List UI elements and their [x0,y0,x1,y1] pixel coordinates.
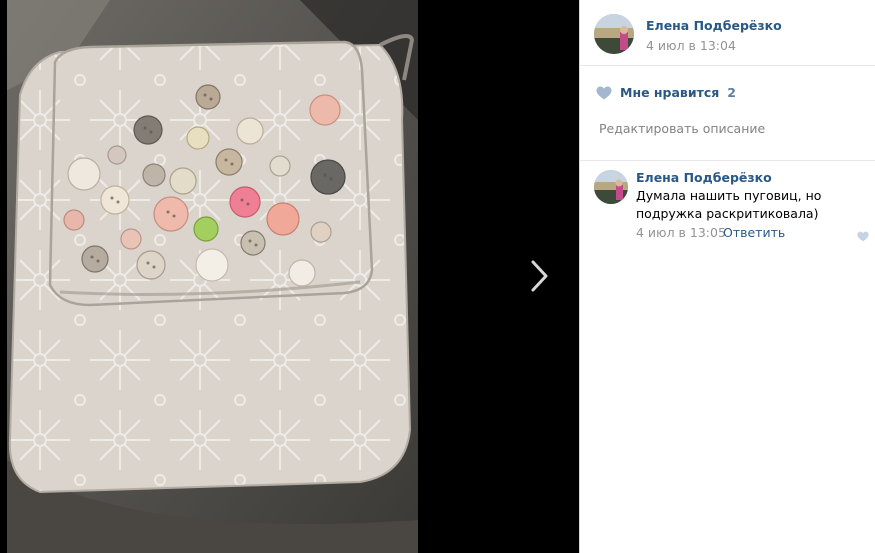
post-date[interactable]: 4 июл в 13:04 [646,38,736,53]
comment: Елена Подберёзко Думала нашить пуговиц, … [594,170,870,250]
photo-info-sidebar: Елена Подберёзко 4 июл в 13:04 Мне нрави… [579,0,875,553]
reply-link[interactable]: Ответить [723,225,785,240]
author-name[interactable]: Елена Подберёзко [646,18,782,33]
divider [580,160,875,161]
comment-author[interactable]: Елена Подберёзко [636,170,772,185]
chevron-right-icon [531,260,548,292]
photo-viewer: Елена Подберёзко 4 июл в 13:04 Мне нрави… [0,0,875,553]
heart-icon [596,86,612,99]
photo[interactable] [0,0,579,553]
divider [580,65,875,66]
comment-avatar[interactable] [594,170,628,204]
like-count[interactable]: 2 [727,85,736,100]
edit-description-link[interactable]: Редактировать описание [599,121,765,136]
next-photo-button[interactable] [522,250,558,302]
comment-date[interactable]: 4 июл в 13:05 [636,225,726,240]
comment-text: Думала нашить пуговиц, но подружка раскр… [636,188,822,221]
heart-icon [857,231,869,242]
like-label: Мне нравится [620,85,720,100]
like-button[interactable]: Мне нравится 2 [596,85,736,100]
comment-like-button[interactable] [857,227,869,246]
avatar[interactable] [594,14,634,54]
photo-area [0,0,579,553]
